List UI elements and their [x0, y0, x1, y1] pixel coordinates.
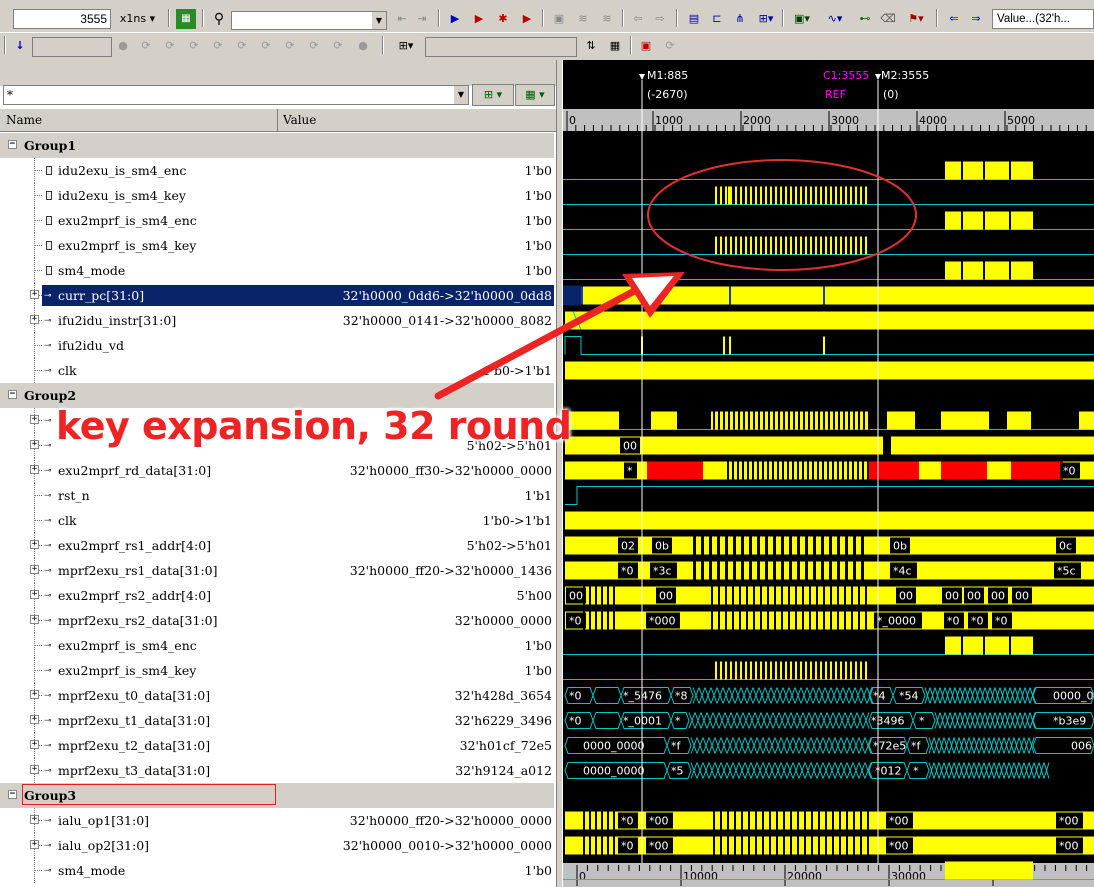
annotation-arrow: [434, 272, 685, 400]
annotation-ellipse: [647, 159, 917, 271]
annotation-text: key expansion, 32 round: [56, 404, 572, 448]
